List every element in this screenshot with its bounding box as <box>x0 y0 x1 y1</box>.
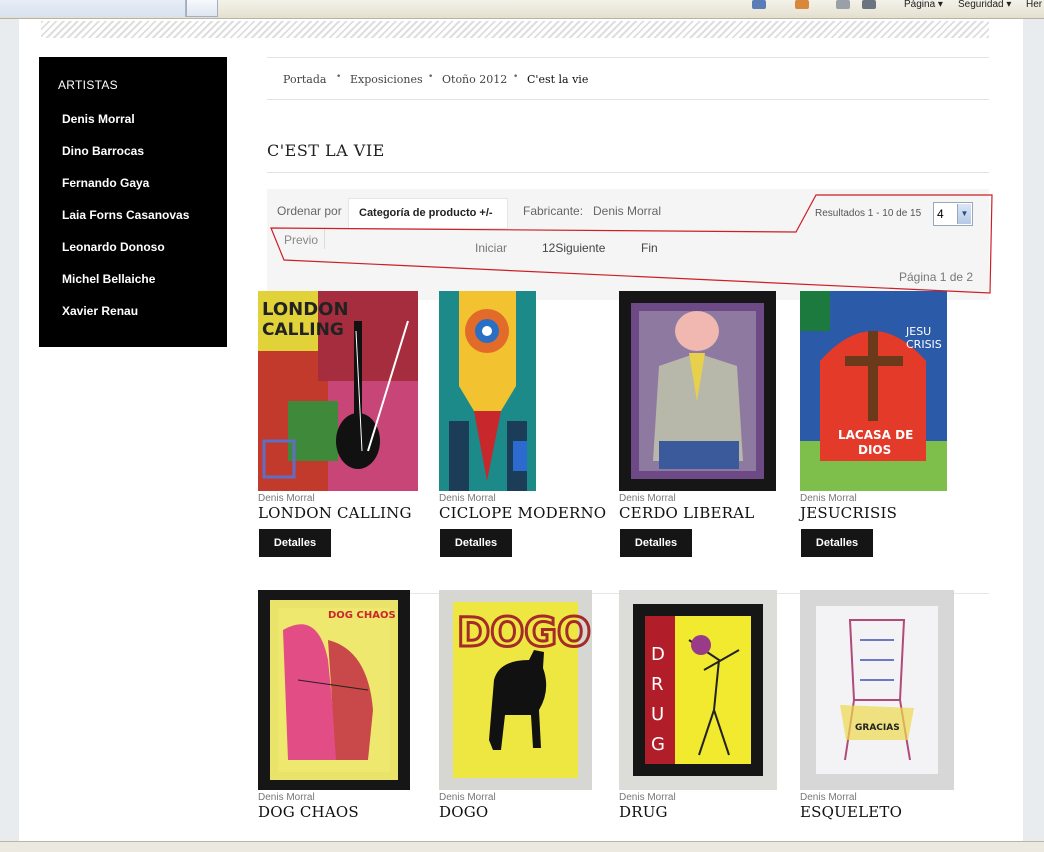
product-image[interactable]: LACASA DE DIOS JESU CRISIS <box>800 291 947 495</box>
breadcrumb-otono-2012[interactable]: Otoño 2012 <box>442 73 507 86</box>
breadcrumb-separator: • <box>428 72 434 82</box>
breadcrumb-separator: • <box>513 72 519 82</box>
svg-text:R: R <box>651 674 664 695</box>
svg-text:LONDON: LONDON <box>262 299 349 320</box>
svg-text:LACASA DE: LACASA DE <box>838 428 913 442</box>
page-info: Página 1 de 2 <box>899 270 974 284</box>
sidebar-item-laia-forns-casanovas[interactable]: Laia Forns Casanovas <box>62 208 189 222</box>
chevron-down-icon[interactable]: ▼ <box>957 204 971 224</box>
results-per-page-value: 4 <box>937 207 944 221</box>
svg-text:G: G <box>651 734 665 755</box>
product-name[interactable]: DOG CHAOS <box>258 803 359 821</box>
svg-text:U: U <box>651 704 664 725</box>
svg-text:CRISIS: CRISIS <box>906 338 942 351</box>
sidebar-item-xavier-renau[interactable]: Xavier Renau <box>62 304 138 318</box>
pagination-last[interactable]: Fin <box>641 241 658 255</box>
print-icon[interactable] <box>862 0 876 9</box>
product-image[interactable] <box>439 291 536 495</box>
product-maker: Denis Morral <box>439 493 496 504</box>
breadcrumb-separator: • <box>336 72 342 82</box>
pagination-pages-next[interactable]: 12Siguiente <box>542 241 605 255</box>
svg-text:GRACIAS: GRACIAS <box>855 723 900 733</box>
sidebar-item-michel-bellaiche[interactable]: Michel Bellaiche <box>62 272 155 286</box>
page-gutter <box>1023 19 1044 841</box>
sidebar-item-leonardo-donoso[interactable]: Leonardo Donoso <box>62 240 165 254</box>
mail-icon[interactable] <box>836 0 850 9</box>
page-menu[interactable]: Página ▾ <box>904 0 943 12</box>
browser-command-bar: Página ▾ Seguridad ▾ Her <box>0 0 1044 19</box>
tools-menu[interactable]: Her <box>1026 0 1042 12</box>
product-image[interactable]: DOGO <box>439 590 592 794</box>
browser-tab-stub[interactable] <box>186 0 218 17</box>
product-image[interactable]: GRACIAS <box>800 590 954 794</box>
product-maker: Denis Morral <box>439 792 496 803</box>
sidebar-item-dino-barrocas[interactable]: Dino Barrocas <box>62 144 144 158</box>
sort-by-category-button[interactable]: Categoría de producto +/- <box>348 198 508 229</box>
product-maker: Denis Morral <box>619 493 676 504</box>
pagination-previous[interactable]: Previo <box>284 233 318 247</box>
product-image[interactable] <box>619 291 776 495</box>
svg-text:DOG CHAOS: DOG CHAOS <box>328 610 396 621</box>
pagination-first[interactable]: Iniciar <box>475 241 507 255</box>
sidebar-item-fernando-gaya[interactable]: Fernando Gaya <box>62 176 149 190</box>
product-name[interactable]: ESQUELETO <box>800 803 902 821</box>
product-name[interactable]: CICLOPE MODERNO <box>439 504 606 522</box>
sidebar-item-denis-morral[interactable]: Denis Morral <box>62 112 135 126</box>
sort-label: Ordenar por <box>277 204 342 218</box>
details-button[interactable]: Detalles <box>259 529 331 557</box>
product-name[interactable]: DOGO <box>439 803 488 821</box>
product-maker: Denis Morral <box>619 792 676 803</box>
details-button[interactable]: Detalles <box>440 529 512 557</box>
product-maker: Denis Morral <box>800 792 857 803</box>
svg-text:DOGO: DOGO <box>457 610 591 656</box>
svg-text:DIOS: DIOS <box>858 443 891 457</box>
product-image[interactable]: D R U G <box>619 590 777 794</box>
results-per-page-select[interactable]: 4 ▼ <box>933 202 973 226</box>
page-title: C'EST LA VIE <box>267 141 385 160</box>
details-button[interactable]: Detalles <box>620 529 692 557</box>
results-count: Resultados 1 - 10 de 15 <box>815 208 922 219</box>
feeds-icon[interactable] <box>795 0 809 9</box>
product-name[interactable]: DRUG <box>619 803 668 821</box>
home-icon[interactable] <box>752 0 766 9</box>
svg-text:JESU: JESU <box>905 325 931 338</box>
product-image[interactable]: LONDON CALLING <box>258 291 418 495</box>
details-button[interactable]: Detalles <box>801 529 873 557</box>
security-menu[interactable]: Seguridad ▾ <box>958 0 1011 12</box>
product-name[interactable]: CERDO LIBERAL <box>619 504 754 522</box>
sidebar-title: ARTISTAS <box>58 78 118 92</box>
artists-sidebar: ARTISTAS Denis Morral Dino Barrocas Fern… <box>39 57 227 347</box>
product-maker: Denis Morral <box>258 792 315 803</box>
manufacturer-value[interactable]: Denis Morral <box>593 204 661 218</box>
product-name[interactable]: JESUCRISIS <box>800 504 897 522</box>
breadcrumb: Portada • Exposiciones • Otoño 2012 • C'… <box>267 57 989 100</box>
browser-status-bar <box>0 841 1044 852</box>
svg-text:D: D <box>651 644 665 665</box>
divider <box>267 172 989 173</box>
product-maker: Denis Morral <box>258 493 315 504</box>
breadcrumb-current: C'est la vie <box>527 73 589 86</box>
manufacturer-label: Fabricante: <box>523 204 584 218</box>
product-image[interactable]: DOG CHAOS <box>258 590 410 794</box>
product-name[interactable]: LONDON CALLING <box>258 504 412 522</box>
svg-text:CALLING: CALLING <box>262 320 344 340</box>
product-toolbar: Ordenar por Categoría de producto +/- Fa… <box>267 189 989 300</box>
address-area <box>0 0 186 17</box>
header-hatch-strip <box>41 21 989 38</box>
breadcrumb-portada[interactable]: Portada <box>283 73 326 86</box>
product-maker: Denis Morral <box>800 493 857 504</box>
breadcrumb-exposiciones[interactable]: Exposiciones <box>350 73 423 86</box>
